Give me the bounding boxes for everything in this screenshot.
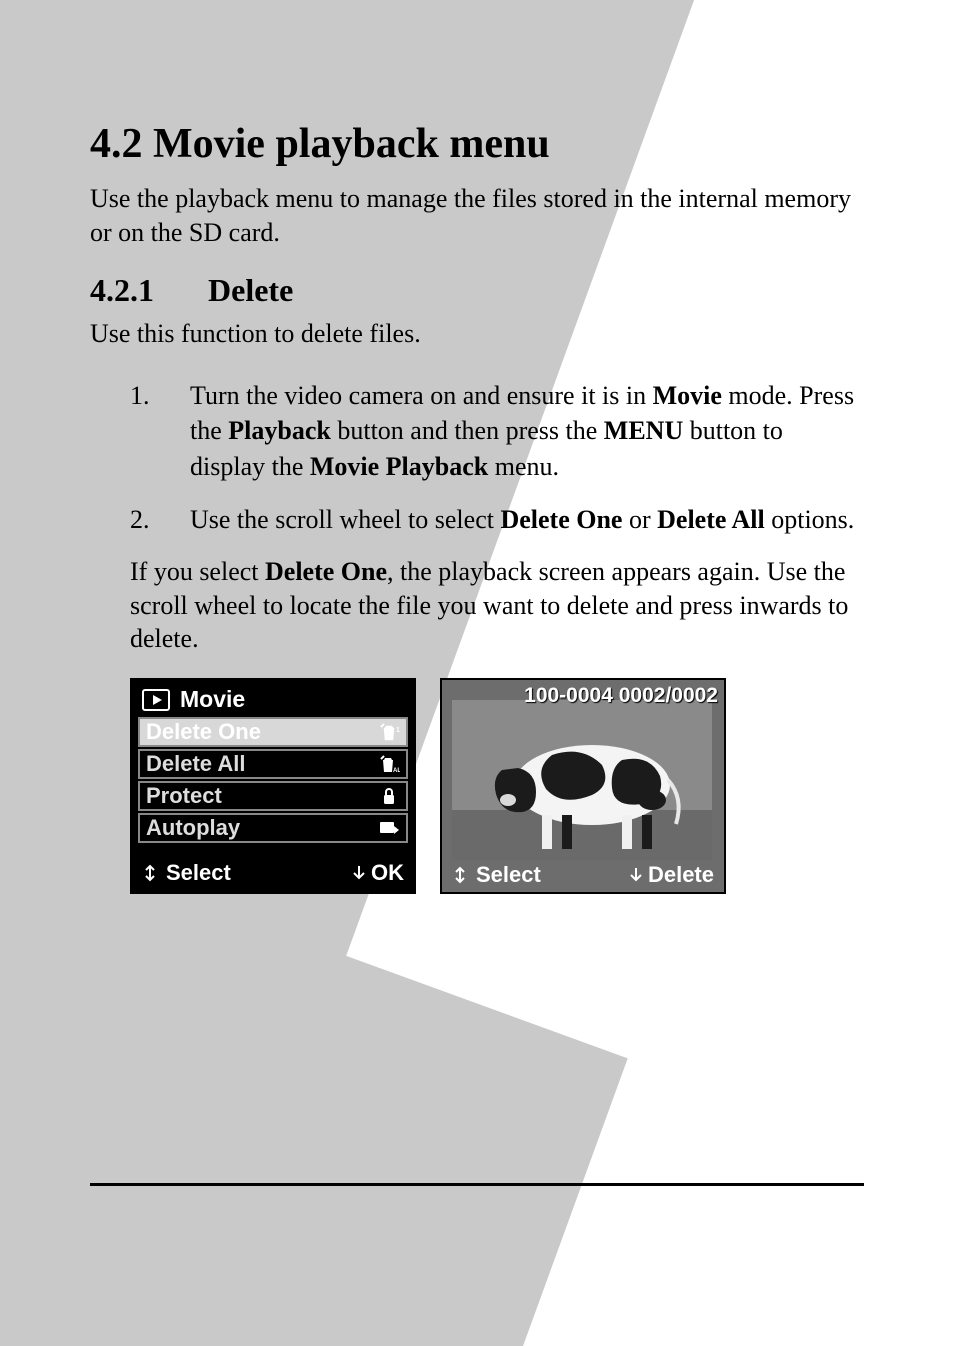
playback-icon	[142, 689, 170, 711]
trash-one-icon: 1	[378, 722, 400, 742]
page: 4.2 Movie playback menu Use the playback…	[0, 0, 954, 1346]
scroll-select-icon	[142, 863, 162, 883]
footer-label: Delete	[648, 862, 714, 888]
text-run: Turn the video camera on and ensure it i…	[190, 381, 653, 410]
step-1: 1. Turn the video camera on and ensure i…	[130, 378, 864, 483]
camera-screen-preview: 100-0004 0002/0002 Select Delete	[440, 678, 726, 894]
svg-text:1: 1	[396, 727, 400, 734]
text-run: button and then press the	[331, 416, 604, 445]
screen-title: Movie	[180, 686, 245, 713]
screenshots-row: Movie Delete One 1 Delete All ALL	[130, 678, 864, 894]
lock-icon	[378, 786, 400, 806]
text-bold: Delete One	[500, 505, 622, 534]
step-2: 2. Use the scroll wheel to select Delete…	[130, 502, 864, 537]
footer-delete: Delete	[628, 862, 714, 888]
footer-label: OK	[371, 860, 404, 886]
menu-item-protect[interactable]: Protect	[138, 781, 408, 811]
text-bold: Movie Playback	[310, 452, 488, 481]
steps-list: 1. Turn the video camera on and ensure i…	[130, 378, 864, 536]
text-run: If you select	[130, 557, 265, 586]
footer-ok: OK	[351, 860, 404, 886]
scroll-select-icon	[452, 865, 472, 885]
autoplay-icon	[378, 818, 400, 838]
subsection-title: Delete	[208, 272, 293, 308]
step-number: 2.	[130, 502, 190, 537]
text-bold: Playback	[228, 416, 331, 445]
text-bold: MENU	[604, 416, 683, 445]
camera-screen-menu: Movie Delete One 1 Delete All ALL	[130, 678, 416, 894]
screen-footer: Select Delete	[442, 862, 724, 888]
menu-label: Delete All	[146, 751, 245, 777]
footer-select: Select	[142, 860, 231, 886]
menu-label: Delete One	[146, 719, 261, 745]
text-run: menu.	[488, 452, 559, 481]
svg-text:ALL: ALL	[393, 768, 400, 774]
step-number: 1.	[130, 378, 190, 483]
text-run: options.	[765, 505, 855, 534]
step-text: Use the scroll wheel to select Delete On…	[190, 502, 864, 537]
menu-item-delete-one[interactable]: Delete One 1	[138, 717, 408, 747]
followup-paragraph: If you select Delete One, the playback s…	[130, 555, 864, 656]
press-in-icon	[628, 865, 644, 885]
trash-all-icon: ALL	[378, 754, 400, 774]
subsection-intro: Use this function to delete files.	[90, 317, 864, 351]
subsection-heading: 4.2.1 Delete	[90, 272, 864, 309]
content-area: 4.2 Movie playback menu Use the playback…	[0, 0, 954, 894]
step-text: Turn the video camera on and ensure it i…	[190, 378, 864, 483]
footer-select: Select	[452, 862, 541, 888]
text-bold: Delete One	[265, 557, 387, 586]
press-in-icon	[351, 863, 367, 883]
menu-item-autoplay[interactable]: Autoplay	[138, 813, 408, 843]
text-bold: Movie	[653, 381, 722, 410]
menu-item-delete-all[interactable]: Delete All ALL	[138, 749, 408, 779]
text-run: Use the scroll wheel to select	[190, 505, 500, 534]
text-bold: Delete All	[657, 505, 765, 534]
menu-label: Autoplay	[146, 815, 240, 841]
subsection-number: 4.2.1	[90, 272, 200, 309]
footer-rule	[90, 1183, 864, 1186]
preview-image-cow	[452, 700, 712, 860]
screen-titlebar: Movie	[132, 680, 414, 717]
intro-paragraph: Use the playback menu to manage the file…	[90, 182, 864, 250]
footer-label: Select	[476, 862, 541, 888]
text-run: or	[622, 505, 657, 534]
menu-label: Protect	[146, 783, 222, 809]
screen-footer: Select OK	[132, 856, 414, 892]
menu-list: Delete One 1 Delete All ALL Protect	[132, 717, 414, 856]
section-heading: 4.2 Movie playback menu	[90, 120, 864, 168]
footer-label: Select	[166, 860, 231, 886]
file-counter: 100-0004 0002/0002	[524, 684, 718, 708]
